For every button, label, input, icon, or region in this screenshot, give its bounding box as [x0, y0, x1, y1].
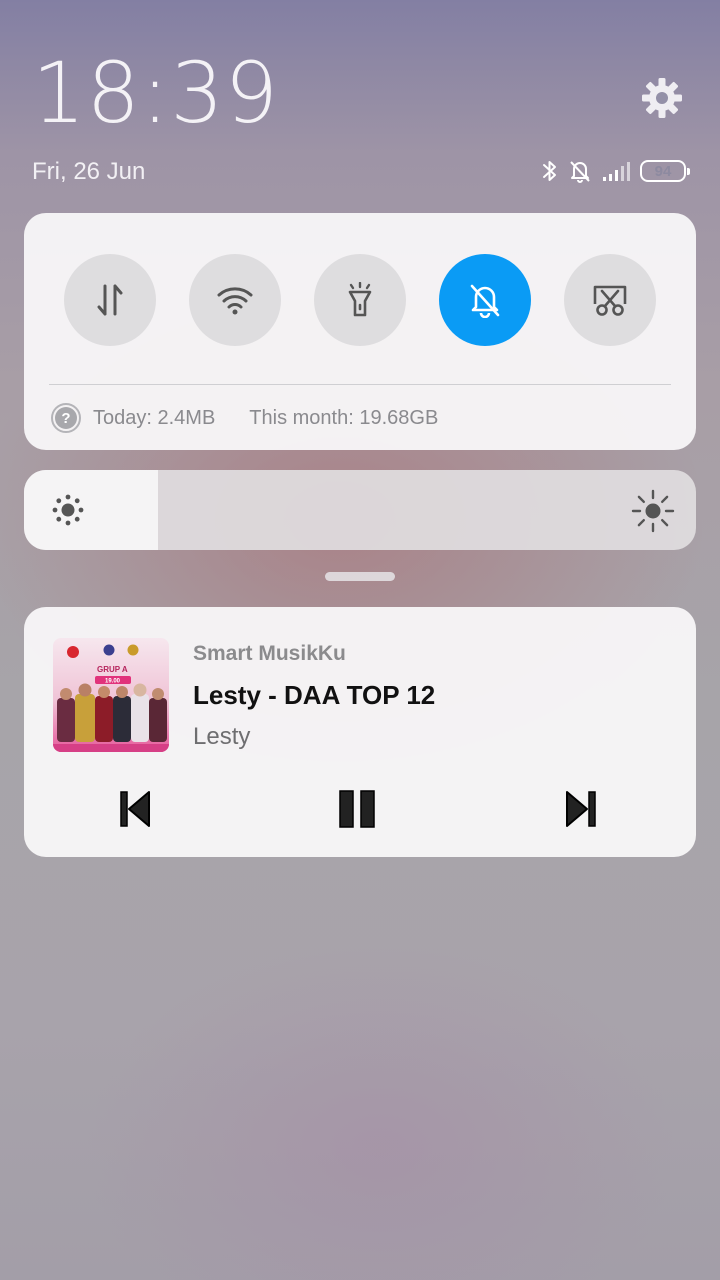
next-button[interactable] — [559, 787, 603, 831]
usage-month: This month: 19.68GB — [249, 406, 439, 429]
previous-button[interactable] — [113, 787, 157, 831]
brightness-low-icon — [52, 494, 84, 526]
quick-settings-panel: ? Today: 2.4MB This month: 19.68GB — [24, 213, 696, 450]
flashlight-toggle[interactable] — [314, 254, 406, 346]
status-bar: 94 — [542, 157, 690, 185]
media-app-name: Smart MusikKu — [193, 642, 346, 665]
silent-toggle[interactable] — [439, 254, 531, 346]
signal-icon — [602, 160, 630, 182]
brightness-fill — [24, 470, 159, 550]
settings-gear-icon[interactable] — [640, 76, 684, 120]
battery-level: 94 — [654, 162, 672, 180]
clock: 18:39 — [32, 44, 280, 142]
wifi-icon — [217, 287, 253, 315]
bell-off-icon — [470, 284, 500, 318]
help-icon: ? — [51, 403, 81, 433]
artwork-group-text: GRUP A — [97, 665, 128, 674]
media-song-title: Lesty - DAA TOP 12 — [193, 680, 436, 710]
screenshot-toggle[interactable] — [564, 254, 656, 346]
wifi-toggle[interactable] — [189, 254, 281, 346]
pause-button[interactable] — [335, 787, 379, 831]
skip-next-icon — [566, 791, 596, 827]
artwork-time-text: 19.00 — [105, 679, 121, 685]
data-usage[interactable]: ? Today: 2.4MB This month: 19.68GB — [51, 402, 438, 434]
usage-today: Today: 2.4MB — [93, 406, 216, 429]
flashlight-icon — [348, 282, 372, 317]
brightness-high-icon — [631, 489, 675, 533]
pause-icon — [339, 790, 375, 828]
divider — [49, 384, 671, 385]
bluetooth-icon — [542, 158, 558, 184]
arrows-up-down-icon — [97, 284, 123, 316]
media-artist: Lesty — [193, 723, 251, 750]
brightness-slider[interactable] — [24, 470, 696, 550]
album-art: GRUP A 19.00 — [53, 638, 169, 752]
scissors-icon — [593, 285, 627, 316]
skip-previous-icon — [120, 791, 150, 827]
mobile-data-toggle[interactable] — [64, 254, 156, 346]
bell-off-icon — [568, 158, 592, 184]
date: Fri, 26 Jun — [32, 158, 146, 185]
drag-handle[interactable] — [325, 572, 395, 581]
battery-icon: 94 — [640, 160, 690, 182]
media-notification[interactable]: GRUP A 19.00 Smart MusikKu Lesty - DAA T… — [24, 607, 696, 857]
